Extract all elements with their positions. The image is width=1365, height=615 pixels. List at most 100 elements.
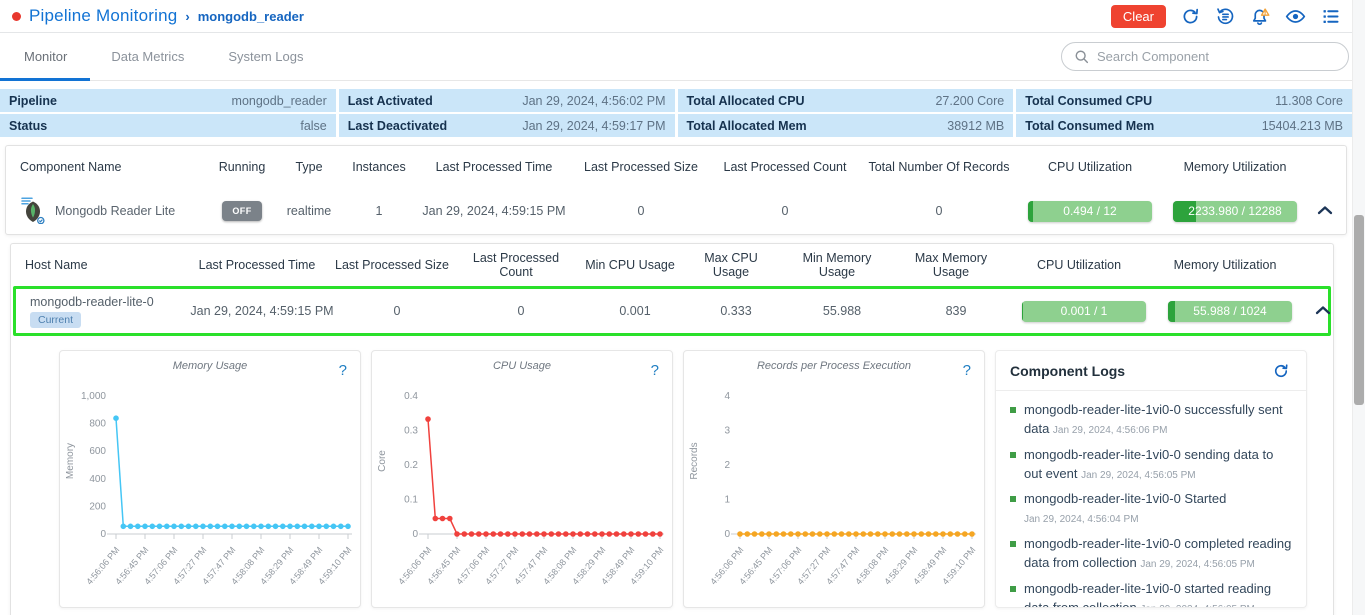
chart-help-icon[interactable]: ?: [339, 362, 347, 379]
host-last-processed-time: Jan 29, 2024, 4:59:15 PM: [188, 304, 336, 318]
tab-bar: Monitor Data Metrics System Logs: [0, 33, 1365, 81]
column-header: Memory Utilization: [1149, 258, 1301, 272]
alerts-bell-icon[interactable]: [1249, 5, 1271, 27]
host-memory-utilization-value: 55.988 / 1024: [1168, 301, 1292, 322]
chart-help-icon[interactable]: ?: [963, 362, 971, 379]
column-header: Min CPU Usage: [579, 258, 681, 272]
log-bullet-icon: [1010, 496, 1016, 502]
summary-total-consumed-mem: Total Consumed Mem15404.213 MB: [1016, 114, 1352, 137]
svg-text:0.3: 0.3: [404, 426, 418, 437]
summary-total-allocated-cpu: Total Allocated CPU27.200 Core: [678, 89, 1014, 112]
tab-monitor[interactable]: Monitor: [24, 49, 67, 64]
column-header: Last Processed Time: [183, 258, 331, 272]
tab-data-metrics[interactable]: Data Metrics: [111, 49, 184, 64]
column-header: Last Processed Count: [712, 160, 858, 174]
component-table-row[interactable]: Mongodb Reader Lite OFF realtime 1 Jan 2…: [6, 188, 1346, 234]
column-header: Instances: [340, 160, 418, 174]
host-max-memory-usage: 839: [898, 304, 1014, 318]
scrollbar-track[interactable]: [1352, 0, 1365, 615]
component-table-headers: Component NameRunningTypeInstancesLast P…: [6, 146, 1346, 188]
host-last-processed-size: 0: [336, 304, 458, 318]
column-header: Total Number Of Records: [858, 160, 1020, 174]
column-header: Memory Utilization: [1160, 160, 1310, 174]
summary-pipeline: Pipelinemongodb_reader: [0, 89, 336, 112]
host-detail-row: Memory Usage?02004006008001,000Memory4:5…: [11, 336, 1333, 608]
chart-card-records-per-process-execution: Records per Process Execution?01234Recor…: [683, 350, 985, 608]
host-cpu-utilization-value: 0.001 / 1: [1022, 301, 1146, 322]
breadcrumb-chevron-icon: ›: [185, 9, 189, 24]
host-table-headers: Host NameLast Processed TimeLast Process…: [11, 244, 1333, 286]
host-name: mongodb-reader-lite-0: [30, 295, 154, 309]
component-cpu-utilization-value: 0.494 / 12: [1028, 201, 1152, 222]
chart-help-icon[interactable]: ?: [651, 362, 659, 379]
svg-text:Records: Records: [689, 442, 700, 479]
component-last-processed-size: 0: [570, 204, 712, 218]
breadcrumb-pipeline-name: mongodb_reader: [198, 9, 304, 24]
svg-text:400: 400: [89, 474, 106, 485]
svg-text:Memory: Memory: [65, 443, 76, 479]
memory-usage-plot[interactable]: 02004006008001,000Memory4:56:06 PM4:56:4…: [60, 372, 360, 600]
refresh-icon[interactable]: [1179, 5, 1201, 27]
running-toggle[interactable]: OFF: [222, 201, 261, 221]
column-header: Min Memory Usage: [781, 251, 893, 279]
records-per-process-execution-plot[interactable]: 01234Records4:56:06 PM4:56:45 PM4:57:06 …: [684, 372, 984, 600]
host-collapse-chevron-icon[interactable]: [1315, 305, 1331, 315]
svg-text:3: 3: [724, 426, 730, 437]
svg-text:200: 200: [89, 501, 106, 512]
log-bullet-icon: [1010, 541, 1016, 547]
log-bullet-icon: [1010, 407, 1016, 413]
column-header: Max Memory Usage: [893, 251, 1009, 279]
component-memory-utilization-bar: 2233.980 / 12288: [1173, 201, 1297, 222]
host-min-cpu-usage: 0.001: [584, 304, 686, 318]
log-bullet-icon: [1010, 586, 1016, 592]
svg-text:0.1: 0.1: [404, 495, 418, 506]
summary-total-consumed-cpu: Total Consumed CPU11.308 Core: [1016, 89, 1352, 112]
current-badge: Current: [30, 312, 81, 328]
log-entry: mongodb-reader-lite-1vi0-0 started readi…: [1010, 580, 1294, 608]
history-icon[interactable]: [1214, 5, 1236, 27]
column-header: Max CPU Usage: [681, 251, 781, 279]
column-header: Last Processed Size: [331, 258, 453, 272]
search-component-box[interactable]: [1061, 42, 1349, 71]
host-table-row-highlighted[interactable]: mongodb-reader-lite-0 Current Jan 29, 20…: [13, 286, 1331, 336]
svg-text:0: 0: [724, 529, 730, 540]
column-header: Last Processed Count: [453, 251, 579, 279]
component-instances: 1: [340, 204, 418, 218]
scrollbar-thumb[interactable]: [1354, 215, 1364, 405]
column-header: CPU Utilization: [1009, 258, 1149, 272]
chart-card-cpu-usage: CPU Usage?00.10.20.30.4Core4:56:06 PM4:5…: [371, 350, 673, 608]
component-logs-panel: Component Logs mongodb-reader-lite-1vi0-…: [995, 350, 1307, 608]
eye-icon[interactable]: [1284, 5, 1306, 27]
component-collapse-chevron-icon[interactable]: [1317, 205, 1333, 215]
svg-text:1: 1: [724, 495, 730, 506]
component-logs-list: mongodb-reader-lite-1vi0-0 successfully …: [996, 391, 1306, 608]
component-logs-title: Component Logs: [1010, 363, 1125, 379]
chart-title: Memory Usage: [60, 360, 360, 372]
log-bullet-icon: [1010, 452, 1016, 458]
component-last-processed-count: 0: [712, 204, 858, 218]
svg-text:600: 600: [89, 446, 106, 457]
component-name: Mongodb Reader Lite: [55, 204, 175, 218]
pipeline-status-dot-icon: [12, 12, 21, 21]
list-icon[interactable]: [1319, 5, 1341, 27]
host-section: Host NameLast Processed TimeLast Process…: [10, 243, 1334, 615]
active-tab-indicator: [0, 78, 90, 81]
tab-bar-tabs: Monitor Data Metrics System Logs: [24, 49, 347, 64]
clear-button[interactable]: Clear: [1111, 5, 1166, 28]
logs-refresh-icon[interactable]: [1270, 360, 1292, 382]
chart-title: Records per Process Execution: [684, 360, 984, 372]
host-max-cpu-usage: 0.333: [686, 304, 786, 318]
search-icon: [1074, 49, 1089, 64]
component-total-records: 0: [858, 204, 1020, 218]
search-input[interactable]: [1097, 49, 1336, 64]
summary-status: Statusfalse: [0, 114, 336, 137]
summary-last-activated: Last ActivatedJan 29, 2024, 4:56:02 PM: [339, 89, 675, 112]
host-min-memory-usage: 55.988: [786, 304, 898, 318]
component-cpu-utilization-bar: 0.494 / 12: [1028, 201, 1152, 222]
column-header: Last Processed Size: [570, 160, 712, 174]
column-header: Last Processed Time: [418, 160, 570, 174]
tab-system-logs[interactable]: System Logs: [228, 49, 303, 64]
svg-text:2: 2: [724, 460, 730, 471]
column-header: Component Name: [6, 160, 206, 174]
cpu-usage-plot[interactable]: 00.10.20.30.4Core4:56:06 PM4:56:45 PM4:5…: [372, 372, 672, 600]
